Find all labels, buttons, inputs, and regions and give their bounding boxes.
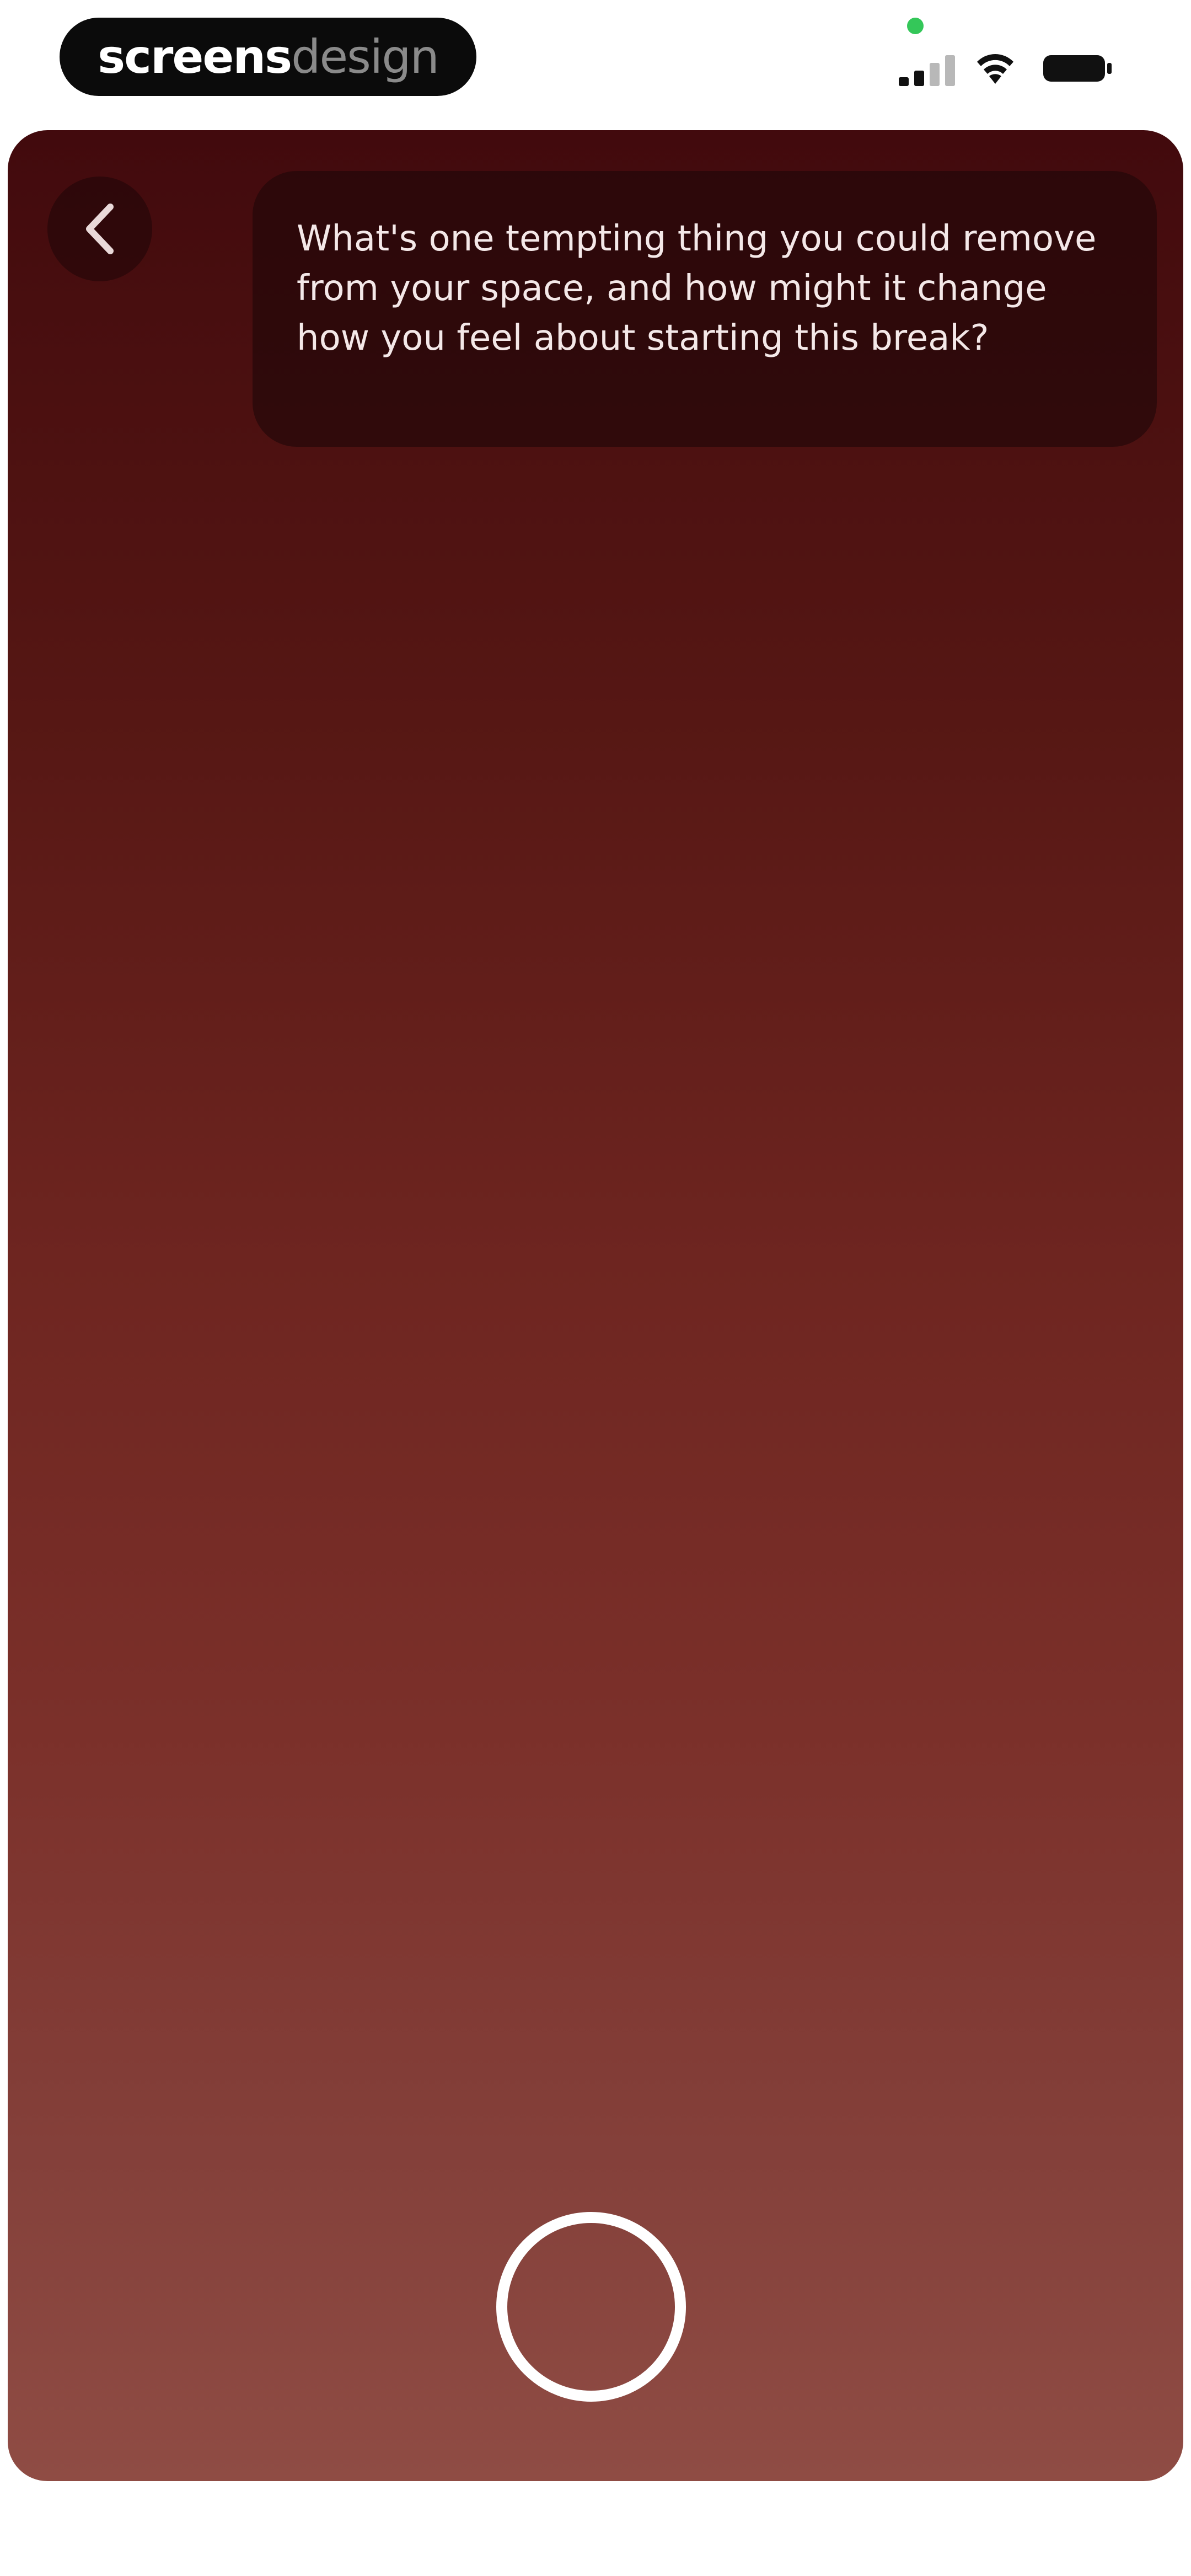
status-bar: screensdesign — [0, 0, 1191, 121]
brand-badge: screensdesign — [60, 18, 476, 96]
record-button[interactable] — [496, 2212, 686, 2402]
bottom-safe-area — [0, 2481, 1191, 2576]
brand-wordmark: screensdesign — [98, 34, 439, 80]
back-button[interactable] — [47, 177, 152, 281]
privacy-indicator-dot — [907, 18, 924, 34]
screen: screensdesign What's one tempting thing — [0, 0, 1191, 2576]
signal-icon — [899, 55, 955, 86]
chevron-left-icon — [86, 204, 114, 254]
wifi-icon — [977, 54, 1013, 84]
prompt-card: What's one tempting thing you could remo… — [8, 130, 1183, 2481]
brand-wordmark-strong: screens — [98, 30, 292, 84]
prompt-bubble: What's one tempting thing you could remo… — [253, 171, 1157, 447]
brand-wordmark-light: design — [291, 30, 439, 84]
prompt-text: What's one tempting thing you could remo… — [297, 218, 1097, 359]
battery-icon — [1043, 55, 1112, 82]
